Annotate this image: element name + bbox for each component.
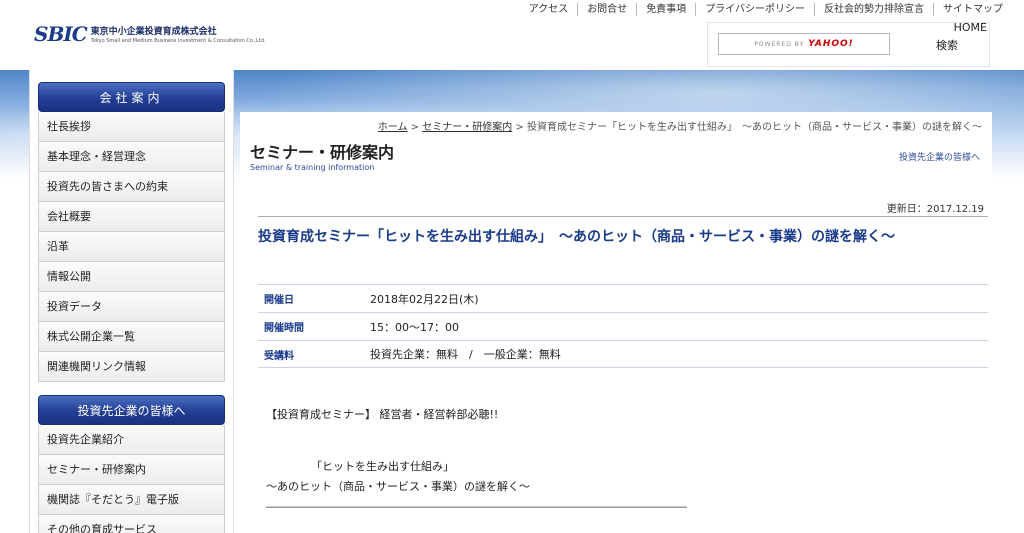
page-subtitle: Seminar & training information (250, 163, 375, 172)
sidebar: 会社案内 社長挨拶 基本理念・経営理念 投資先の皆さまへの約束 会社概要 沿革 … (29, 70, 234, 533)
sidebar-item-ipo-list[interactable]: 株式公開企業一覧 (38, 322, 225, 352)
article-title: 投資育成セミナー「ヒットを生み出す仕組み」 ～あのヒット（商品・サービス・事業）… (258, 216, 988, 248)
top-nav-sitemap[interactable]: サイトマップ (933, 3, 1012, 16)
search-button[interactable]: 検索 (936, 37, 958, 53)
sidebar-heading-investees: 投資先企業の皆様へ (38, 395, 225, 425)
info-label: 開催時間 (264, 323, 304, 334)
yahoo-logo: YAHOO! (808, 39, 854, 49)
top-nav-access[interactable]: アクセス (520, 3, 578, 16)
sidebar-list-investees: 投資先企業紹介 セミナー・研修案内 機関誌『そだとう』電子版 その他の育成サービ… (38, 425, 225, 533)
search-area: POWERED BY YAHOO! 検索 (707, 22, 990, 67)
top-nav-contact[interactable]: お問合せ (577, 3, 636, 16)
sidebar-item-related-links[interactable]: 関連機関リンク情報 (38, 352, 225, 382)
breadcrumb: ホーム > セミナー・研修案内 > 投資育成セミナー「ヒットを生み出す仕組み」 … (378, 118, 982, 133)
search-input[interactable]: POWERED BY YAHOO! (718, 33, 890, 55)
body-line-seminar-title: 「ヒットを生み出す仕組み」 (311, 460, 454, 473)
body-line-seminar-subtitle: ～あのヒット（商品・サービス・事業）の謎を解く～ (266, 480, 530, 493)
sidebar-item-other-services[interactable]: その他の育成サービス (38, 515, 225, 533)
page-title: セミナー・研修案内 (250, 143, 395, 162)
sidebar-heading-company: 会社案内 (38, 82, 225, 112)
sidebar-item-president-message[interactable]: 社長挨拶 (38, 112, 225, 142)
breadcrumb-parent[interactable]: セミナー・研修案内 (422, 122, 512, 133)
breadcrumb-current: 投資育成セミナー「ヒットを生み出す仕組み」 ～あのヒット（商品・サービス・事業）… (527, 122, 982, 133)
info-value: 2018年02月22日(木) (370, 292, 479, 306)
site-header: SBIC 東京中小企業投資育成株式会社 Tokyo Small and Medi… (0, 0, 1024, 70)
breadcrumb-sep: > (407, 122, 423, 133)
sidebar-item-history[interactable]: 沿革 (38, 232, 225, 262)
top-nav-disclaimer[interactable]: 免責事項 (636, 3, 695, 16)
logo-text: 東京中小企業投資育成株式会社 Tokyo Small and Medium Bu… (91, 24, 266, 44)
top-nav-antisocial[interactable]: 反社会的勢力排除宣言 (814, 3, 933, 16)
info-label: 受講料 (264, 350, 294, 362)
sidebar-item-seminar[interactable]: セミナー・研修案内 (38, 455, 225, 485)
sidebar-item-company-profile[interactable]: 会社概要 (38, 202, 225, 232)
home-link[interactable]: HOME (954, 21, 987, 34)
info-label: 開催日 (264, 295, 294, 306)
sidebar-item-promise[interactable]: 投資先の皆さまへの約束 (38, 172, 225, 202)
body-line-intro: 【投資育成セミナー】 経営者・経営幹部必聴!! (266, 408, 499, 421)
top-nav-privacy[interactable]: プライバシーポリシー (695, 3, 814, 16)
main-content: ホーム > セミナー・研修案内 > 投資育成セミナー「ヒットを生み出す仕組み」 … (240, 112, 992, 533)
info-value: 15：00～17：00 (370, 320, 459, 334)
investees-link[interactable]: 投資先企業の皆様へ (899, 150, 980, 163)
sidebar-list-company: 社長挨拶 基本理念・経営理念 投資先の皆さまへの約束 会社概要 沿革 情報公開 … (38, 112, 225, 382)
info-row-fee: 受講料 投資先企業：無料 / 一般企業：無料 (258, 340, 988, 368)
breadcrumb-sep: > (512, 122, 527, 133)
sidebar-item-investment-data[interactable]: 投資データ (38, 292, 225, 322)
logo-company-name: 東京中小企業投資育成株式会社 (90, 27, 217, 37)
sidebar-item-magazine[interactable]: 機関誌『そだとう』電子版 (38, 485, 225, 515)
breadcrumb-home[interactable]: ホーム (378, 122, 408, 133)
logo-company-name-en: Tokyo Small and Medium Business Investme… (90, 38, 266, 44)
sidebar-item-philosophy[interactable]: 基本理念・経営理念 (38, 142, 225, 172)
logo-mark: SBIC (34, 22, 88, 46)
sidebar-item-disclosure[interactable]: 情報公開 (38, 262, 225, 292)
search-powered-label: POWERED BY (754, 40, 805, 48)
event-info-table: 開催日 2018年02月22日(木) 開催時間 15：00～17：00 受講料 … (258, 284, 988, 368)
info-value: 投資先企業：無料 / 一般企業：無料 (370, 348, 561, 361)
site-logo[interactable]: SBIC 東京中小企業投資育成株式会社 Tokyo Small and Medi… (34, 22, 266, 46)
body-divider-line: ――――――――――――――――――――――――――――――――――――――――… (266, 500, 687, 513)
info-row-date: 開催日 2018年02月22日(木) (258, 284, 988, 312)
updated-date: 更新日：2017.12.19 (886, 204, 984, 215)
sidebar-item-investee-intro[interactable]: 投資先企業紹介 (38, 425, 225, 455)
article-body: 【投資育成セミナー】 経営者・経営幹部必聴!! 「ヒットを生み出す仕組み」 ～あ… (266, 405, 966, 517)
info-row-time: 開催時間 15：00～17：00 (258, 312, 988, 340)
top-nav: アクセス お問合せ 免責事項 プライバシーポリシー 反社会的勢力排除宣言 サイト… (520, 3, 1012, 16)
